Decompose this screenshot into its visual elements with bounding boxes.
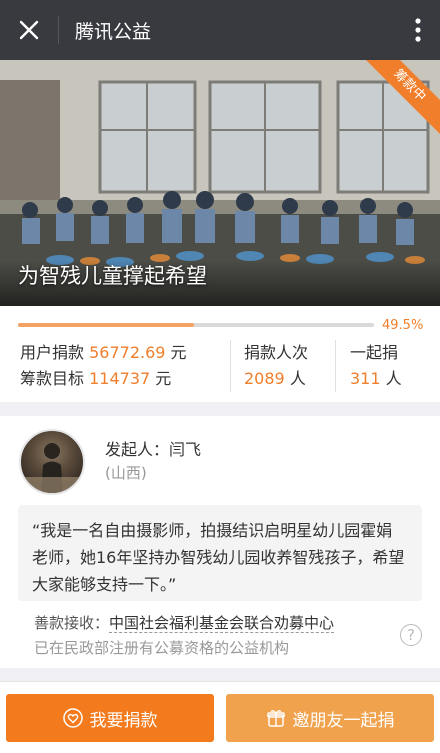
donate-label: 我要捐款: [89, 710, 158, 731]
progress-bar: [18, 323, 374, 327]
sponsor-name: 发起人：闫飞: [105, 440, 202, 459]
goal-label: 筹款目标: [20, 369, 85, 388]
close-icon: [19, 20, 39, 40]
progress-percent: 49.5%: [382, 318, 424, 333]
hero-image[interactable]: 筹款中 为智残儿童撑起希望: [0, 60, 440, 306]
progress-bar-fill: [18, 323, 195, 327]
title-bar: 腾讯公益: [0, 0, 440, 60]
more-menu-button[interactable]: [396, 0, 440, 60]
sponsor-quote: “我是一名自由摄影师，拍摄结识启明星幼儿园霍娟老师，她16年坚持办智残幼儿园收养…: [18, 505, 422, 601]
recipient-row: 善款接收：中国社会福利基金会联合劝募中心: [34, 612, 335, 633]
project-title: 为智残儿童撑起希望: [18, 264, 207, 288]
stats-divider: [335, 340, 336, 392]
donate-button[interactable]: 我要捐款: [6, 694, 214, 742]
raised-label: 用户捐款: [20, 343, 85, 362]
help-icon[interactable]: ?: [400, 624, 422, 646]
gift-icon: [266, 710, 285, 727]
amount-column: 用户捐款 56772.69 元 筹款目标 114737 元: [20, 340, 187, 392]
page-title: 腾讯公益: [75, 20, 152, 43]
more-vertical-icon: [415, 18, 421, 42]
avatar[interactable]: [19, 429, 85, 495]
title-separator: [58, 16, 59, 44]
close-button[interactable]: [0, 0, 58, 60]
goal-value: 114737: [89, 369, 151, 388]
recipient-note: 已在民政部注册有公募资格的公益机构: [34, 639, 290, 657]
donors-unit: 人: [289, 369, 306, 388]
heart-icon: [62, 708, 83, 728]
donors-value: 2089: [244, 369, 285, 388]
recipient-org-link[interactable]: 中国社会福利基金会联合劝募中心: [109, 614, 335, 633]
together-unit: 人: [385, 369, 402, 388]
invite-friends-button[interactable]: 邀朋友一起捐: [226, 694, 434, 742]
action-bar: 我要捐款 邀朋友一起捐: [0, 681, 440, 753]
person-photo-icon: [21, 443, 83, 493]
sponsor-card: 发起人：闫飞 (山西) “我是一名自由摄影师，拍摄结识启明星幼儿园霍娟老师，她1…: [0, 416, 440, 668]
raised-value: 56772.69: [89, 343, 166, 362]
fundraising-stats: 49.5% 用户捐款 56772.69 元 筹款目标 114737 元 捐款人次…: [0, 306, 440, 402]
together-label: 一起捐: [350, 343, 399, 362]
sponsor-region: (山西): [105, 464, 147, 482]
invite-label: 邀朋友一起捐: [292, 710, 395, 731]
goal-unit: 元: [155, 369, 172, 388]
together-value: 311: [350, 369, 381, 388]
together-column[interactable]: 一起捐 311 人: [350, 340, 402, 392]
raised-row: 用户捐款 56772.69 元: [20, 340, 187, 366]
recipient-label: 善款接收：: [34, 614, 110, 632]
donors-column: 捐款人次 2089 人: [244, 340, 308, 392]
stats-divider: [230, 340, 231, 392]
goal-row: 筹款目标 114737 元: [20, 366, 187, 392]
donors-label: 捐款人次: [244, 343, 309, 362]
raised-unit: 元: [170, 343, 187, 362]
